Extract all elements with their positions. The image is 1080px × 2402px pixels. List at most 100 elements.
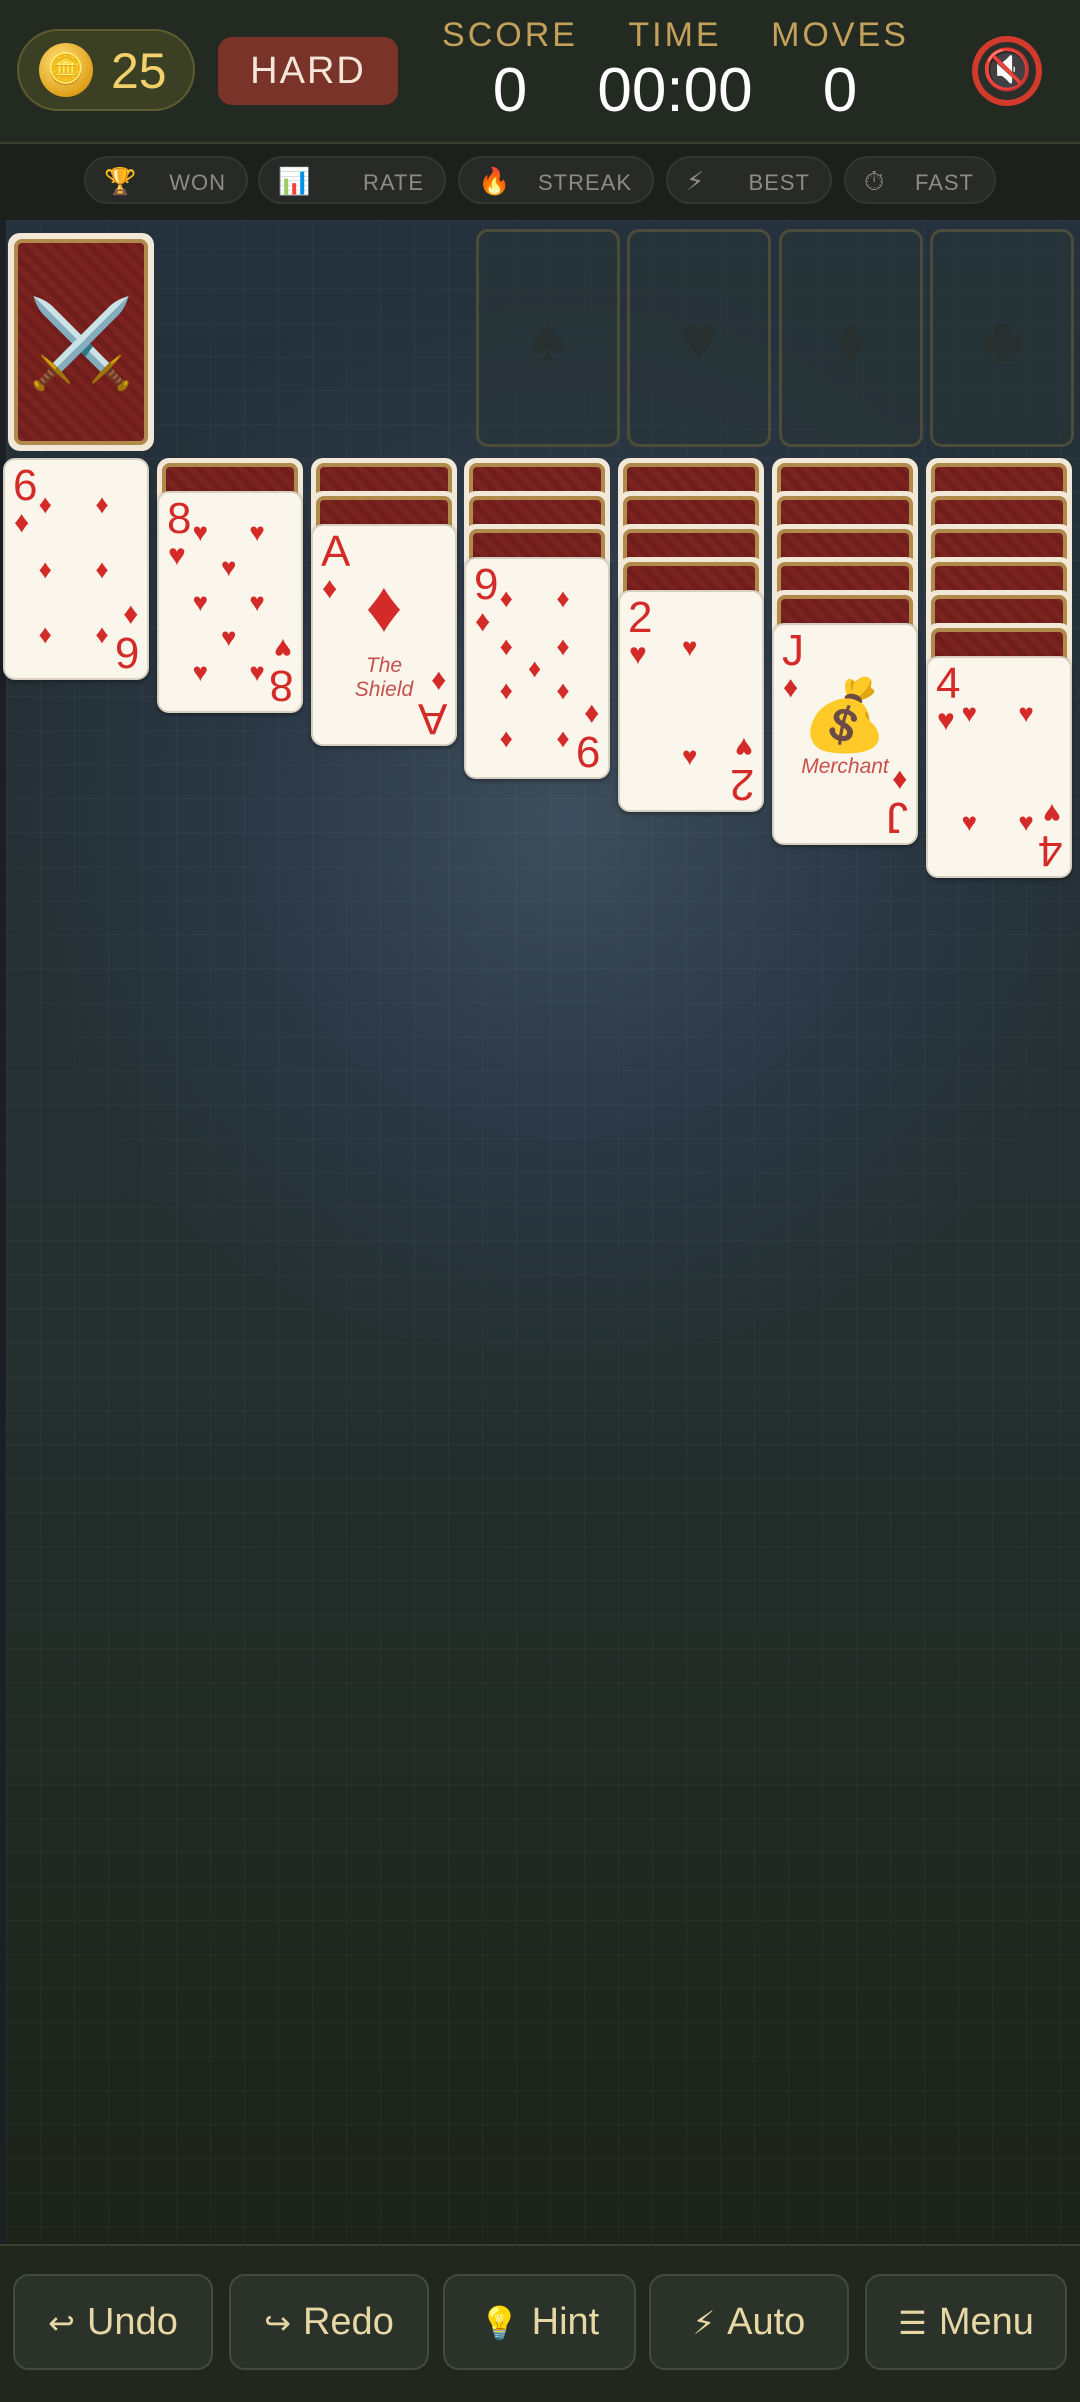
stat-won-label: WON <box>169 170 226 195</box>
pip-icon: ♦ <box>499 722 513 753</box>
foundation-diamonds[interactable]: ♦ <box>779 229 923 447</box>
crossed-swords-icon: ⚔️ <box>27 296 135 392</box>
lightbulb-icon: 💡 <box>479 2305 520 2341</box>
difficulty-badge[interactable]: HARD <box>218 37 398 105</box>
card-rank: 8 <box>268 661 293 710</box>
card-suit-icon: ♥ <box>937 704 955 737</box>
redo-label: Redo <box>302 2301 394 2343</box>
card-8-hearts[interactable]: 8 ♥ 8 ♥ ♥ ♥ ♥ ♥ ♥ ♥ ♥ ♥ <box>157 491 303 713</box>
foundation-clubs[interactable]: ♣ <box>930 229 1074 447</box>
lightning-icon: ⚡ <box>692 2305 716 2341</box>
score-label: SCORE <box>442 16 578 54</box>
coin-balance[interactable]: 🪙 25 <box>17 29 195 111</box>
pip-icon: ♥ <box>682 740 698 771</box>
stats-bar: 🏆 WON 📊 RATE 🔥 STREAK ⚡ BEST ⏱ FAST <box>0 144 1080 220</box>
pip-icon: ♥ <box>249 517 265 548</box>
pip-icon: ♥ <box>192 587 209 617</box>
coin-icon: 🪙 <box>39 43 93 97</box>
card-suit-icon: ♥ <box>1043 797 1061 830</box>
card-suit-icon: ♥ <box>735 731 753 764</box>
stat-best-label: BEST <box>748 170 810 195</box>
time-value: 00:00 <box>597 56 753 125</box>
stat-rate[interactable]: 📊 RATE <box>258 156 446 204</box>
hint-button[interactable]: 💡 Hint <box>443 2274 636 2370</box>
pip-icon: ♦ <box>556 674 570 705</box>
fire-icon: 🔥 <box>478 166 512 196</box>
moves-label: MOVES <box>771 16 909 54</box>
coin-count: 25 <box>111 43 167 99</box>
sound-muted-icon: 🔇 <box>982 48 1032 92</box>
spade-icon: ♠ <box>531 303 565 375</box>
pip-icon: ♦ <box>38 554 52 584</box>
pip-icon: ♥ <box>961 697 978 728</box>
club-icon: ♣ <box>981 303 1023 375</box>
card-rank: 9 <box>575 727 600 776</box>
card-J-diamonds[interactable]: J ♦ J ♦ 💰 Merchant <box>772 623 918 845</box>
undo-button[interactable]: ↩ Undo <box>13 2274 213 2370</box>
foundation-hearts[interactable]: ♥ <box>627 229 771 447</box>
card-rank: 4 <box>936 659 961 708</box>
stat-best[interactable]: ⚡ BEST <box>666 156 832 204</box>
pip-icon: ♥ <box>682 631 698 662</box>
card-suit-icon: ♥ <box>168 539 186 572</box>
pip-icon: ♦ <box>499 631 513 662</box>
card-caption: Merchant <box>801 755 889 778</box>
stat-won[interactable]: 🏆 WON <box>84 156 248 204</box>
diamond-icon: ♦ <box>834 303 868 375</box>
pip-icon: ♦ <box>95 619 109 650</box>
auto-label: Auto <box>727 2301 806 2343</box>
pip-icon: ♥ <box>1018 806 1034 837</box>
card-rank: 9 <box>474 560 499 609</box>
stat-fast[interactable]: ⏱ FAST <box>844 156 996 204</box>
card-2-hearts[interactable]: 2 ♥ 2 ♥ ♥ ♥ <box>618 590 764 812</box>
sound-toggle-button[interactable]: 🔇 <box>972 36 1042 106</box>
menu-button[interactable]: ☰ Menu <box>865 2274 1067 2370</box>
stat-streak[interactable]: 🔥 STREAK <box>458 156 654 204</box>
time-label: TIME <box>628 16 722 54</box>
auto-button[interactable]: ⚡ Auto <box>649 2274 849 2370</box>
menu-label: Menu <box>938 2301 1034 2343</box>
pip-icon: ♦ <box>499 583 513 614</box>
pip-icon: ♦ <box>556 631 570 662</box>
pip-icon: ♥ <box>192 517 209 548</box>
card-rank: 6 <box>114 628 139 677</box>
undo-label: Undo <box>86 2301 178 2343</box>
foundation-spades[interactable]: ♠ <box>476 229 620 447</box>
menu-icon: ☰ <box>898 2305 927 2341</box>
lightning-icon: ⚡ <box>686 166 706 196</box>
redo-icon: ↪ <box>264 2305 291 2341</box>
pip-icon: ♥ <box>1018 697 1034 728</box>
card-9-diamonds[interactable]: 9 ♦ 9 ♦ ♦ ♦ ♦ ♦ ♦ ♦ ♦ ♦ ♦ <box>464 557 610 779</box>
card-rank: 2 <box>628 593 653 642</box>
card-suit-icon: ♥ <box>274 632 292 665</box>
card-rank: 4 <box>1037 826 1062 875</box>
card-4-hearts[interactable]: 4 ♥ 4 ♥ ♥ ♥ ♥ ♥ <box>926 656 1072 878</box>
card-caption: The Shield <box>354 654 414 701</box>
redo-button[interactable]: ↪ Redo <box>229 2274 429 2370</box>
pip-icon: ♦ <box>95 554 109 584</box>
pip-icon: ♥ <box>961 806 978 837</box>
pip-icon: ♦ <box>38 619 52 650</box>
card-suit-icon: ♦ <box>475 605 491 638</box>
pip-icon: ♦ <box>556 722 570 753</box>
score-value: 0 <box>492 56 528 125</box>
card-suit-icon: ♦ <box>122 599 138 632</box>
card-rank: 2 <box>729 760 754 809</box>
card-suit-icon: ♥ <box>629 638 647 671</box>
stopwatch-icon: ⏱ <box>864 166 886 196</box>
pip-icon: ♦ <box>528 653 542 683</box>
bar-chart-icon: 📊 <box>278 166 312 196</box>
stat-fast-label: FAST <box>914 170 974 195</box>
card-6-diamonds[interactable]: 6 ♦ 6 ♦ ♦ ♦ ♦ ♦ ♦ ♦ <box>3 458 149 680</box>
stock-pile[interactable]: ⚔️ <box>8 233 154 451</box>
pip-icon: ♦ <box>556 583 570 614</box>
undo-icon: ↩ <box>48 2305 75 2341</box>
pip-icon: ♦ <box>499 674 513 705</box>
card-suit-icon: ♦ <box>583 698 599 731</box>
pip-icon: ♦ <box>38 488 52 519</box>
card-center-suit-icon: ♦ <box>365 567 403 647</box>
money-bag-icon: 💰 <box>801 676 889 754</box>
card-rank: J <box>886 793 908 842</box>
stat-rate-label: RATE <box>362 170 424 195</box>
card-A-diamonds[interactable]: A ♦ A ♦ ♦ The Shield <box>311 524 457 746</box>
